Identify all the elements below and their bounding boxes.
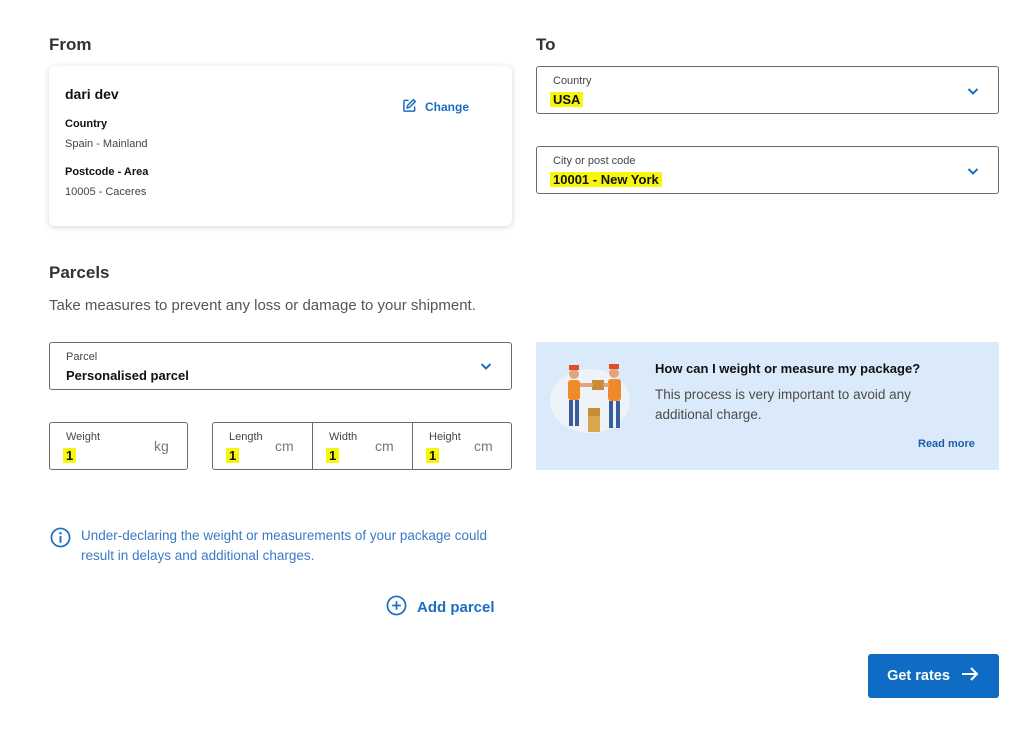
sender-postcode-value: 10005 - Caceres <box>65 186 147 198</box>
to-city-select[interactable]: City or post code 10001 - New York <box>536 146 999 194</box>
to-city-value: 10001 - New York <box>550 172 662 187</box>
parcel-type-label: Parcel <box>66 351 98 363</box>
length-unit: cm <box>275 438 294 454</box>
parcel-type-select[interactable]: Parcel Personalised parcel <box>49 342 512 390</box>
height-label: Height <box>429 431 461 443</box>
chevron-down-icon <box>965 163 981 184</box>
from-title: From <box>49 35 92 54</box>
sender-card: dari dev Country Spain - Mainland Postco… <box>49 66 512 226</box>
width-label: Width <box>329 431 358 443</box>
add-parcel-label: Add parcel <box>417 599 495 616</box>
sender-country-label: Country <box>65 118 108 130</box>
parcel-type-value: Personalised parcel <box>66 368 189 383</box>
get-rates-label: Get rates <box>887 668 950 684</box>
info-title: How can I weight or measure my package? <box>655 361 921 376</box>
height-value: 1 <box>426 448 440 463</box>
arrow-right-icon <box>960 666 980 686</box>
parcels-title: Parcels <box>49 263 110 282</box>
weight-label: Weight <box>66 431 101 443</box>
weight-input[interactable]: Weight 1 kg <box>49 422 188 470</box>
delivery-workers-illustration <box>550 356 636 443</box>
to-city-label: City or post code <box>553 155 636 167</box>
length-input[interactable]: Length 1 cm <box>212 422 313 470</box>
parcels-subtitle: Take measures to prevent any loss or dam… <box>49 297 476 314</box>
length-label: Length <box>229 431 263 443</box>
add-parcel-button[interactable]: Add parcel <box>386 595 495 620</box>
to-title: To <box>536 35 556 54</box>
change-label: Change <box>425 100 470 114</box>
height-input[interactable]: Height 1 cm <box>412 422 512 470</box>
sender-country-value: Spain - Mainland <box>65 138 148 150</box>
to-country-value: USA <box>550 92 584 107</box>
info-icon <box>50 527 71 553</box>
weight-unit: kg <box>154 438 169 454</box>
read-more-link[interactable]: Read more <box>918 438 975 450</box>
chevron-down-icon <box>965 83 981 104</box>
chevron-down-icon <box>478 358 494 379</box>
plus-circle-icon <box>386 595 407 620</box>
height-unit: cm <box>474 438 493 454</box>
info-text: This process is very important to avoid … <box>655 387 911 422</box>
width-value: 1 <box>326 448 340 463</box>
to-country-label: Country <box>553 75 592 87</box>
get-rates-button[interactable]: Get rates <box>868 654 999 698</box>
change-sender-button[interactable]: Change <box>402 98 469 116</box>
weight-value: 1 <box>63 448 77 463</box>
sender-postcode-label: Postcode - Area <box>65 166 149 178</box>
length-value: 1 <box>226 448 240 463</box>
width-input[interactable]: Width 1 cm <box>312 422 413 470</box>
measure-info-box: How can I weight or measure my package? … <box>536 342 999 470</box>
sender-name: dari dev <box>65 86 119 102</box>
to-country-select[interactable]: Country USA <box>536 66 999 114</box>
edit-icon <box>402 98 417 116</box>
width-unit: cm <box>375 438 394 454</box>
under-declaring-warning: Under-declaring the weight or measuremen… <box>81 528 487 563</box>
